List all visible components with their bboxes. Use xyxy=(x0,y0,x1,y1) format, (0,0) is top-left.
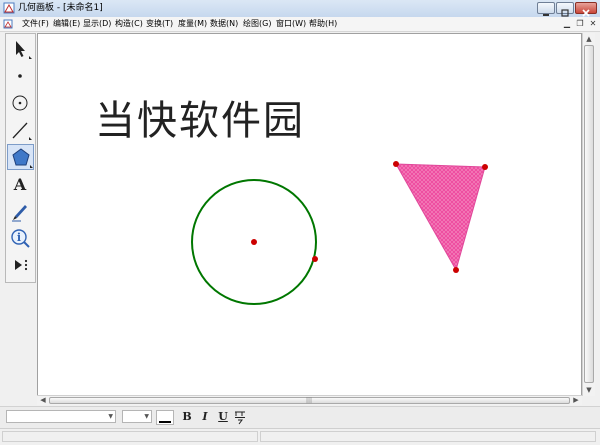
close-button[interactable] xyxy=(575,2,597,17)
menu-measure[interactable]: 度量(M) xyxy=(178,17,207,31)
point-tool[interactable] xyxy=(7,63,34,89)
minimize-icon: ▁ xyxy=(563,19,571,28)
menu-edit[interactable]: 编辑(E) xyxy=(53,17,80,31)
document-icon[interactable] xyxy=(3,19,13,29)
menu-file[interactable]: 文件(F) xyxy=(22,17,49,31)
line-segment-icon xyxy=(12,122,32,140)
text-tool[interactable]: A xyxy=(7,171,34,197)
compass-tool[interactable] xyxy=(7,90,34,116)
mdi-minimize-button[interactable]: ▁ xyxy=(562,19,572,29)
information-tool[interactable]: i xyxy=(7,225,34,251)
dropdown-arrow-icon: ▼ xyxy=(108,413,113,420)
scroll-down-arrow-icon[interactable]: ▼ xyxy=(583,384,595,396)
bold-button[interactable]: B xyxy=(180,410,194,424)
menu-graph[interactable]: 绘图(G) xyxy=(243,17,271,31)
title-bar: 几何画板 - [未命名1] xyxy=(0,0,600,18)
horizontal-scrollbar[interactable]: ◀ ||| ▶ xyxy=(37,395,582,405)
circle-radius-point[interactable] xyxy=(312,256,318,262)
triangle-vertex-point[interactable] xyxy=(482,164,488,170)
info-magnifier-icon: i xyxy=(11,229,30,248)
menu-construct[interactable]: 构造(C) xyxy=(115,17,143,31)
maximize-button[interactable] xyxy=(556,2,574,17)
triangle-vertex-point[interactable] xyxy=(393,161,399,167)
info-tool-glyph: i xyxy=(17,231,21,244)
marker-pen-icon xyxy=(12,205,27,222)
text-format-bar: ▼ ▼ B I U xyxy=(0,406,600,429)
triangle-polygon[interactable] xyxy=(395,163,486,272)
circle-icon xyxy=(12,95,28,111)
triangle-vertex-point[interactable] xyxy=(453,267,459,273)
math-fraction-icon xyxy=(235,411,245,425)
sketch-canvas[interactable]: 当快软件园 xyxy=(37,33,582,396)
arrow-pointer-icon xyxy=(16,41,32,59)
minimize-button[interactable] xyxy=(537,2,555,16)
circle-center-point[interactable] xyxy=(251,239,257,245)
menu-data[interactable]: 数据(N) xyxy=(210,17,238,31)
window-title: 几何画板 - [未命名1] xyxy=(18,3,103,13)
italic-button[interactable]: I xyxy=(198,410,212,424)
straightedge-tool[interactable] xyxy=(7,117,34,143)
underline-button[interactable]: U xyxy=(216,410,230,424)
scroll-left-arrow-icon[interactable]: ◀ xyxy=(37,394,49,406)
font-size-select[interactable]: ▼ xyxy=(122,410,152,423)
scroll-right-arrow-icon[interactable]: ▶ xyxy=(570,394,582,406)
status-info-pane xyxy=(260,431,596,442)
grip-icon: ||| xyxy=(306,397,313,404)
toolbox: A i xyxy=(5,33,36,283)
color-swatch xyxy=(159,421,171,423)
selection-arrow-tool[interactable] xyxy=(7,36,34,62)
scroll-up-arrow-icon[interactable]: ▲ xyxy=(583,33,595,45)
restore-icon: ❐ xyxy=(576,19,584,28)
polygon-tool[interactable] xyxy=(7,144,34,170)
text-tool-glyph: A xyxy=(13,175,27,194)
point-icon xyxy=(18,74,22,78)
menu-transform[interactable]: 变换(T) xyxy=(146,17,173,31)
menu-bar: 文件(F) 编辑(E) 显示(D) 构造(C) 变换(T) 度量(M) 数据(N… xyxy=(0,17,600,32)
status-bar xyxy=(0,428,600,445)
horizontal-scroll-thumb[interactable]: ||| xyxy=(49,397,570,404)
menu-help[interactable]: 帮助(H) xyxy=(309,17,337,31)
app-icon xyxy=(3,2,15,14)
dropdown-arrow-icon: ▼ xyxy=(144,413,149,420)
menu-display[interactable]: 显示(D) xyxy=(83,17,111,31)
marker-tool[interactable] xyxy=(7,198,34,224)
math-format-button[interactable] xyxy=(233,409,247,425)
mdi-restore-button[interactable]: ❐ xyxy=(575,19,585,29)
sketch-drawing xyxy=(191,161,488,305)
vertical-scroll-thumb[interactable] xyxy=(584,45,594,383)
text-color-button[interactable] xyxy=(156,410,174,425)
status-message-pane xyxy=(2,431,258,442)
custom-tool[interactable] xyxy=(7,252,34,278)
play-more-icon xyxy=(15,259,28,271)
close-icon: ✕ xyxy=(589,19,597,28)
pentagon-icon xyxy=(12,148,33,168)
font-family-select[interactable]: ▼ xyxy=(6,410,116,423)
text-a-icon: A xyxy=(13,175,27,194)
vertical-scrollbar[interactable]: ▲ ▼ xyxy=(582,33,595,396)
menu-window[interactable]: 窗口(W) xyxy=(276,17,306,31)
mdi-close-button[interactable]: ✕ xyxy=(588,19,598,29)
